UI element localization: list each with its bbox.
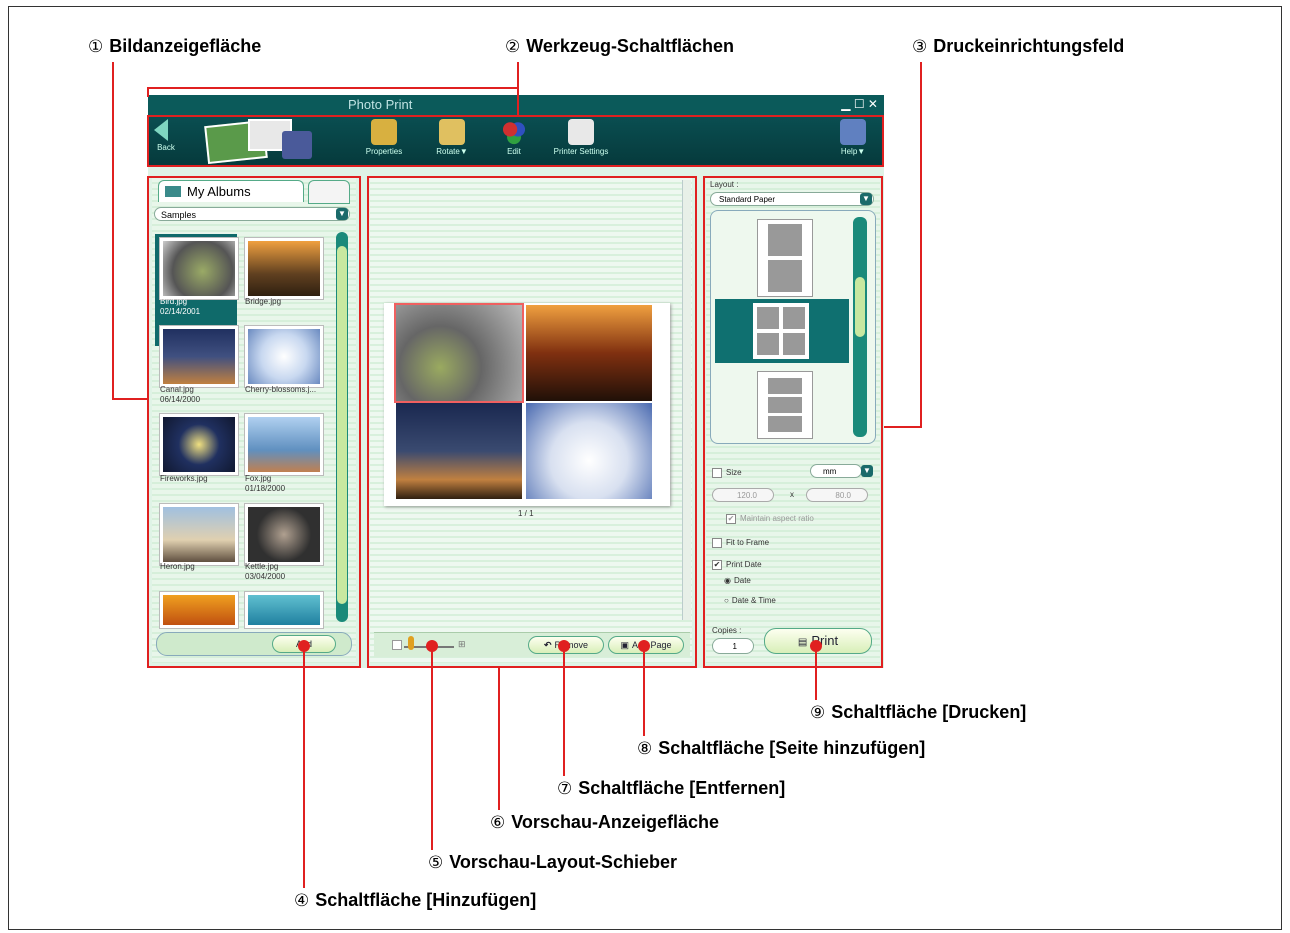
leader-3h [884, 426, 922, 428]
leader-dot [638, 640, 650, 652]
callout-add-page-button: ⑧ Schaltfläche [Seite hinzufügen] [637, 738, 926, 758]
leader-dot [426, 640, 438, 652]
title-bar: Photo Print ▁ ☐ ✕ [148, 95, 884, 115]
annot-title-edge [147, 87, 519, 97]
annot-setup-box [703, 176, 883, 668]
leader-6 [498, 668, 500, 810]
callout-add-button: ④ Schaltfläche [Hinzufügen] [294, 890, 537, 910]
callout-print-setup: ③ Druckeinrichtungsfeld [912, 36, 1125, 56]
leader-2 [517, 62, 519, 116]
leader-3 [920, 62, 922, 428]
annot-preview-box [367, 176, 697, 668]
callout-print-button: ⑨ Schaltfläche [Drucken] [810, 702, 1027, 722]
callout-tool-buttons: ② Werkzeug-Schaltflächen [505, 36, 734, 56]
leader-7 [563, 646, 565, 776]
leader-9 [815, 646, 817, 700]
leader-1h [112, 398, 148, 400]
leader-1 [112, 62, 114, 400]
window-title: Photo Print [348, 97, 413, 112]
callout-remove-button: ⑦ Schaltfläche [Entfernen] [557, 778, 786, 798]
annot-toolbar-box [147, 115, 884, 167]
leader-dot [810, 640, 822, 652]
leader-4 [303, 646, 305, 888]
callout-image-area: ① Bildanzeigefläche [88, 36, 262, 56]
leader-5 [431, 646, 433, 850]
callout-preview-area: ⑥ Vorschau-Anzeigefläche [490, 812, 719, 832]
leader-dot [298, 640, 310, 652]
callout-layout-slider: ⑤ Vorschau-Layout-Schieber [428, 852, 677, 872]
annot-image-box [147, 176, 361, 668]
leader-8 [643, 646, 645, 736]
window-controls[interactable]: ▁ ☐ ✕ [841, 97, 878, 111]
leader-dot [558, 640, 570, 652]
